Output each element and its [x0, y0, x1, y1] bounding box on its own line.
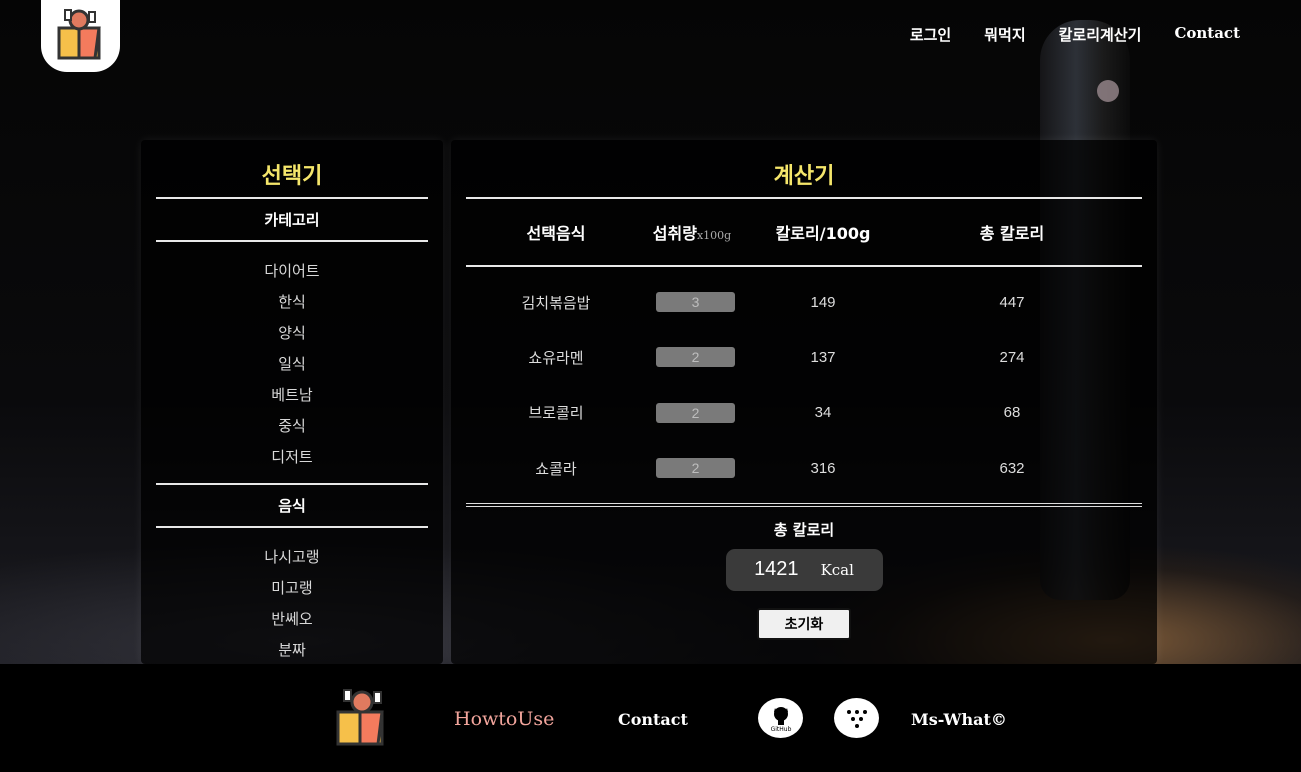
- row-total: 447: [999, 293, 1025, 311]
- category-list: 다이어트 한식 양식 일식 베트남 중식 디저트: [141, 242, 443, 483]
- site-logo[interactable]: [41, 0, 120, 72]
- row-food: 브로콜리: [528, 404, 584, 423]
- nav-contact[interactable]: Contact: [1174, 24, 1240, 45]
- nav-calorie-calculator[interactable]: 칼로리계산기: [1059, 24, 1142, 45]
- qty-input[interactable]: [656, 347, 735, 368]
- total-calorie-unit: Kcal: [820, 560, 854, 579]
- row-food: 김치볶음밥: [521, 293, 591, 312]
- row-total: 632: [999, 459, 1025, 477]
- github-link[interactable]: GitHub: [758, 698, 803, 738]
- table-header: 선택음식 섭취량x100g 칼로리/100g 총 칼로리: [466, 199, 1142, 265]
- category-item[interactable]: 디저트: [141, 446, 443, 477]
- col-amount: 섭취량x100g: [646, 220, 738, 244]
- table-row: 쇼콜라 316 632: [466, 440, 1142, 495]
- category-item[interactable]: 다이어트: [141, 260, 443, 291]
- nav-what-to-eat[interactable]: 뭐먹지: [984, 24, 1025, 45]
- col-amount-label: 섭취량: [652, 224, 697, 243]
- food-box-icon[interactable]: [328, 686, 398, 752]
- github-icon: GitHub: [770, 707, 791, 733]
- qty-input[interactable]: [656, 402, 735, 423]
- category-item[interactable]: 중식: [141, 415, 443, 446]
- svg-text:GitHub: GitHub: [770, 726, 791, 733]
- table-row: 김치볶음밥 149 447: [466, 275, 1142, 330]
- table-row: 쇼유라멘 137 274: [466, 330, 1142, 385]
- dots-icon: [846, 710, 867, 728]
- food-box-icon: [57, 9, 101, 60]
- category-item[interactable]: 베트남: [141, 384, 443, 415]
- food-item[interactable]: 미고랭: [141, 577, 443, 608]
- calculator-title: 계산기: [773, 164, 835, 189]
- row-food: 쇼콜라: [535, 459, 577, 478]
- double-divider: [466, 502, 1142, 507]
- row-per100: 34: [814, 404, 832, 422]
- qty-input[interactable]: [656, 292, 735, 313]
- copyright: Ms-What©: [911, 710, 1007, 729]
- calculator-panel: 계산기 선택음식 섭취량x100g 칼로리/100g 총 칼로리 김치볶음밥 1…: [451, 140, 1157, 664]
- category-item[interactable]: 일식: [141, 353, 443, 384]
- footer: HowtoUse Contact GitHub Ms-What©: [0, 664, 1301, 772]
- row-qty-cell: [646, 402, 738, 423]
- table-row: 브로콜리 34 68: [466, 385, 1142, 440]
- col-food: 선택음식: [526, 224, 586, 243]
- top-nav: 로그인 뭐먹지 칼로리계산기 Contact: [910, 24, 1240, 45]
- col-per100: 칼로리/100g: [775, 224, 871, 243]
- category-item[interactable]: 양식: [141, 322, 443, 353]
- row-total: 274: [999, 348, 1025, 366]
- food-list: 나시고랭 미고랭 반쎄오 분짜: [141, 528, 443, 670]
- total-calorie-box: 1421 Kcal: [725, 548, 883, 591]
- food-item[interactable]: 나시고랭: [141, 546, 443, 577]
- food-heading: 음식: [278, 497, 306, 515]
- row-per100: 137: [810, 348, 836, 366]
- selector-panel: 선택기 카테고리 다이어트 한식 양식 일식 베트남 중식 디저트 음식 나시고…: [141, 140, 443, 664]
- nav-login[interactable]: 로그인: [910, 24, 951, 45]
- row-qty-cell: [646, 292, 738, 313]
- row-total: 68: [1003, 404, 1021, 422]
- col-amount-unit: x100g: [696, 229, 732, 242]
- col-total: 총 칼로리: [979, 224, 1045, 243]
- selector-title: 선택기: [261, 164, 323, 189]
- row-per100: 316: [810, 459, 836, 477]
- category-heading: 카테고리: [264, 211, 320, 229]
- row-food: 쇼유라멘: [528, 348, 584, 367]
- food-item[interactable]: 반쎄오: [141, 608, 443, 639]
- total-calorie-label: 총 칼로리: [773, 520, 835, 539]
- footer-howto-link[interactable]: HowtoUse: [454, 708, 554, 730]
- row-qty-cell: [646, 458, 738, 479]
- row-per100: 149: [810, 293, 836, 311]
- footer-contact-link[interactable]: Contact: [618, 710, 688, 729]
- row-qty-cell: [646, 347, 738, 368]
- table-body: 김치볶음밥 149 447 쇼유라멘 137 274 브로콜리 34 68 쇼콜…: [466, 267, 1142, 503]
- reset-button[interactable]: 초기화: [757, 607, 851, 640]
- dots-link[interactable]: [834, 698, 879, 738]
- category-item[interactable]: 한식: [141, 291, 443, 322]
- qty-input[interactable]: [656, 458, 735, 479]
- knife-rivet: [1097, 80, 1119, 102]
- total-calorie-value: 1421: [754, 558, 799, 580]
